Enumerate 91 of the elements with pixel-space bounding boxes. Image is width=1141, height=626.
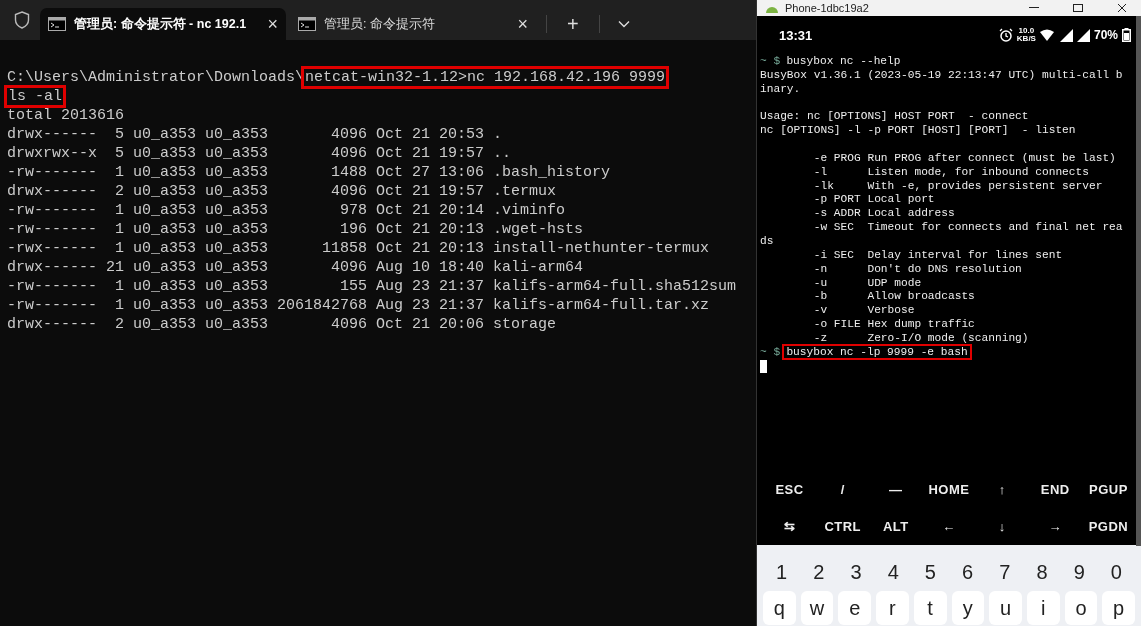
battery-icon [1122, 28, 1131, 42]
new-tab-button[interactable]: + [557, 8, 589, 40]
terminal-line: drwx------ 5 u0_a353 u0_a353 4096 Oct 21 20:53 . [6, 125, 504, 145]
window-title: Phone-1dbc19a2 [785, 2, 869, 14]
terminal-line: ds [760, 234, 774, 247]
signal-icon [1059, 28, 1073, 42]
extra-key[interactable]: CTRL [816, 508, 870, 545]
signal-icon [1076, 28, 1090, 42]
keyboard-key[interactable]: 2 [800, 553, 838, 591]
terminal-line: total 2013616 [6, 106, 126, 126]
minimize-icon[interactable] [1029, 6, 1039, 10]
keyboard-key[interactable]: 9 [1060, 553, 1098, 591]
network-speed-unit: KB/S [1016, 35, 1036, 43]
shell-prompt: ~ $ [760, 55, 781, 67]
extra-key[interactable]: ⇆ [763, 508, 817, 545]
keyboard-key[interactable]: u [989, 591, 1022, 625]
terminal-line: -rw------- 1 u0_a353 u0_a353 2061842768 Aug 23 21:37 kalifs-arm64-full.tar.xz [6, 296, 711, 316]
network-speed: 10.0 [1018, 27, 1035, 35]
tab[interactable]: 管理员: 命令提示符 - nc 192.1 × [40, 8, 286, 40]
terminal-line: -rw------- 1 u0_a353 u0_a353 196 Oct 21 20:13 .wget-hsts [6, 220, 585, 240]
tab[interactable]: 管理员: 命令提示符 × [290, 8, 536, 40]
terminal-line: -b Allow broadcasts [812, 290, 975, 303]
terminal-icon [48, 17, 66, 31]
keyboard-key[interactable]: 8 [1023, 553, 1061, 591]
extra-key[interactable]: ↑ [975, 471, 1029, 508]
terminal-line: -o FILE Hex dump traffic [812, 318, 975, 331]
shield-icon[interactable] [14, 11, 30, 29]
terminal-line: -rw------- 1 u0_a353 u0_a353 978 Oct 21 20:14 .viminfo [6, 201, 567, 221]
terminal-line: drwxrwx--x 5 u0_a353 u0_a353 4096 Oct 21 19:57 .. [6, 144, 513, 164]
terminal-line: drwx------ 21 u0_a353 u0_a353 4096 Aug 10 18:40 kali-arm64 [6, 258, 585, 278]
terminal-line: -rw------- 1 u0_a353 u0_a353 155 Aug 23 21:37 kalifs-arm64-full.sha512sum [6, 277, 738, 297]
close-icon[interactable] [1117, 4, 1127, 12]
text-cursor [760, 359, 767, 373]
keyboard-key[interactable]: r [876, 591, 909, 625]
extra-key[interactable]: ← [922, 508, 976, 545]
battery-percentage: 70% [1093, 28, 1118, 42]
terminal-icon [298, 17, 316, 31]
keyboard-key[interactable]: p [1102, 591, 1135, 625]
extra-key[interactable]: END [1028, 471, 1082, 508]
terminal-line: drwx------ 2 u0_a353 u0_a353 4096 Oct 21 19:57 .termux [6, 182, 558, 202]
keyboard-key[interactable]: t [913, 591, 947, 625]
terminal-line: -w SEC Timeout for connects and final net rea [812, 221, 1123, 234]
command-text: busybox nc --help [785, 54, 902, 69]
keyboard-key[interactable]: 4 [874, 553, 912, 591]
status-time: 13:31 [779, 27, 813, 43]
chevron-down-icon[interactable] [617, 20, 630, 28]
keyboard-key[interactable]: 6 [949, 553, 987, 591]
keyboard-key[interactable]: 0 [1097, 553, 1135, 591]
terminal-line: BusyBox v1.36.1 (2023-05-19 22:13:47 UTC) multi-call b [760, 68, 1123, 81]
terminal-line: -n Don't do DNS resolution [812, 262, 1022, 275]
terminal-line: -z Zero-I/O mode (scanning) [812, 331, 1029, 344]
extra-key[interactable]: ESC [763, 471, 817, 508]
close-icon[interactable]: × [517, 13, 528, 35]
wifi-icon [1039, 29, 1056, 41]
keyboard-key[interactable]: i [1026, 591, 1060, 625]
shell-prompt: ~ $ [760, 345, 781, 358]
close-icon[interactable]: × [267, 13, 278, 35]
extra-key[interactable]: → [1028, 508, 1082, 545]
keyboard-key[interactable]: w [800, 591, 834, 625]
keyboard-key[interactable]: 1 [763, 553, 801, 591]
terminal-line: -u UDP mode [812, 276, 922, 289]
keyboard-key[interactable]: e [838, 591, 872, 625]
keyboard-key[interactable]: 3 [837, 553, 875, 591]
maximize-icon[interactable] [1073, 4, 1083, 12]
alarm-icon [998, 28, 1013, 42]
extra-key[interactable]: ALT [869, 508, 923, 545]
extra-key[interactable]: PGDN [1081, 508, 1135, 545]
keyboard-key[interactable]: y [951, 591, 985, 625]
terminal-line: -p PORT Local port [812, 193, 935, 206]
terminal-line: nc [OPTIONS] -l -p PORT [HOST] [PORT] - listen [760, 124, 1076, 137]
terminal-line: -l Listen mode, for inbound connects [812, 165, 1089, 178]
terminal-line: drwx------ 2 u0_a353 u0_a353 4096 Oct 21 20:06 storage [6, 315, 558, 335]
keyboard-key[interactable]: 7 [986, 553, 1024, 591]
command-text: busybox nc -lp 9999 -e bash [782, 343, 972, 360]
terminal-line: -e PROG Run PROG after connect (must be last) [812, 151, 1116, 164]
keyboard-key[interactable]: q [763, 591, 796, 625]
terminal-line: -rw------- 1 u0_a353 u0_a353 1488 Oct 27 13:06 .bash_history [6, 163, 612, 183]
terminal-line: -i SEC Delay interval for lines sent [812, 248, 1063, 261]
terminal-line: inary. [760, 82, 801, 95]
keyboard-key[interactable]: o [1064, 591, 1098, 625]
extra-key[interactable]: / [816, 471, 870, 508]
terminal-line: -lk With -e, provides persistent server [812, 179, 1103, 192]
extra-key[interactable]: ↓ [975, 508, 1029, 545]
terminal-line: -s ADDR Local address [812, 207, 955, 220]
keyboard-key[interactable]: 5 [911, 553, 949, 591]
extra-key[interactable]: HOME [922, 471, 976, 508]
extra-key[interactable]: PGUP [1081, 471, 1135, 508]
terminal-line: Usage: nc [OPTIONS] HOST PORT - connect [760, 110, 1029, 123]
extra-key[interactable]: — [869, 471, 923, 508]
terminal-line: -v Verbose [812, 304, 915, 317]
terminal-line: -rwx------ 1 u0_a353 u0_a353 11858 Oct 21 20:13 install-nethunter-termux [6, 239, 711, 259]
